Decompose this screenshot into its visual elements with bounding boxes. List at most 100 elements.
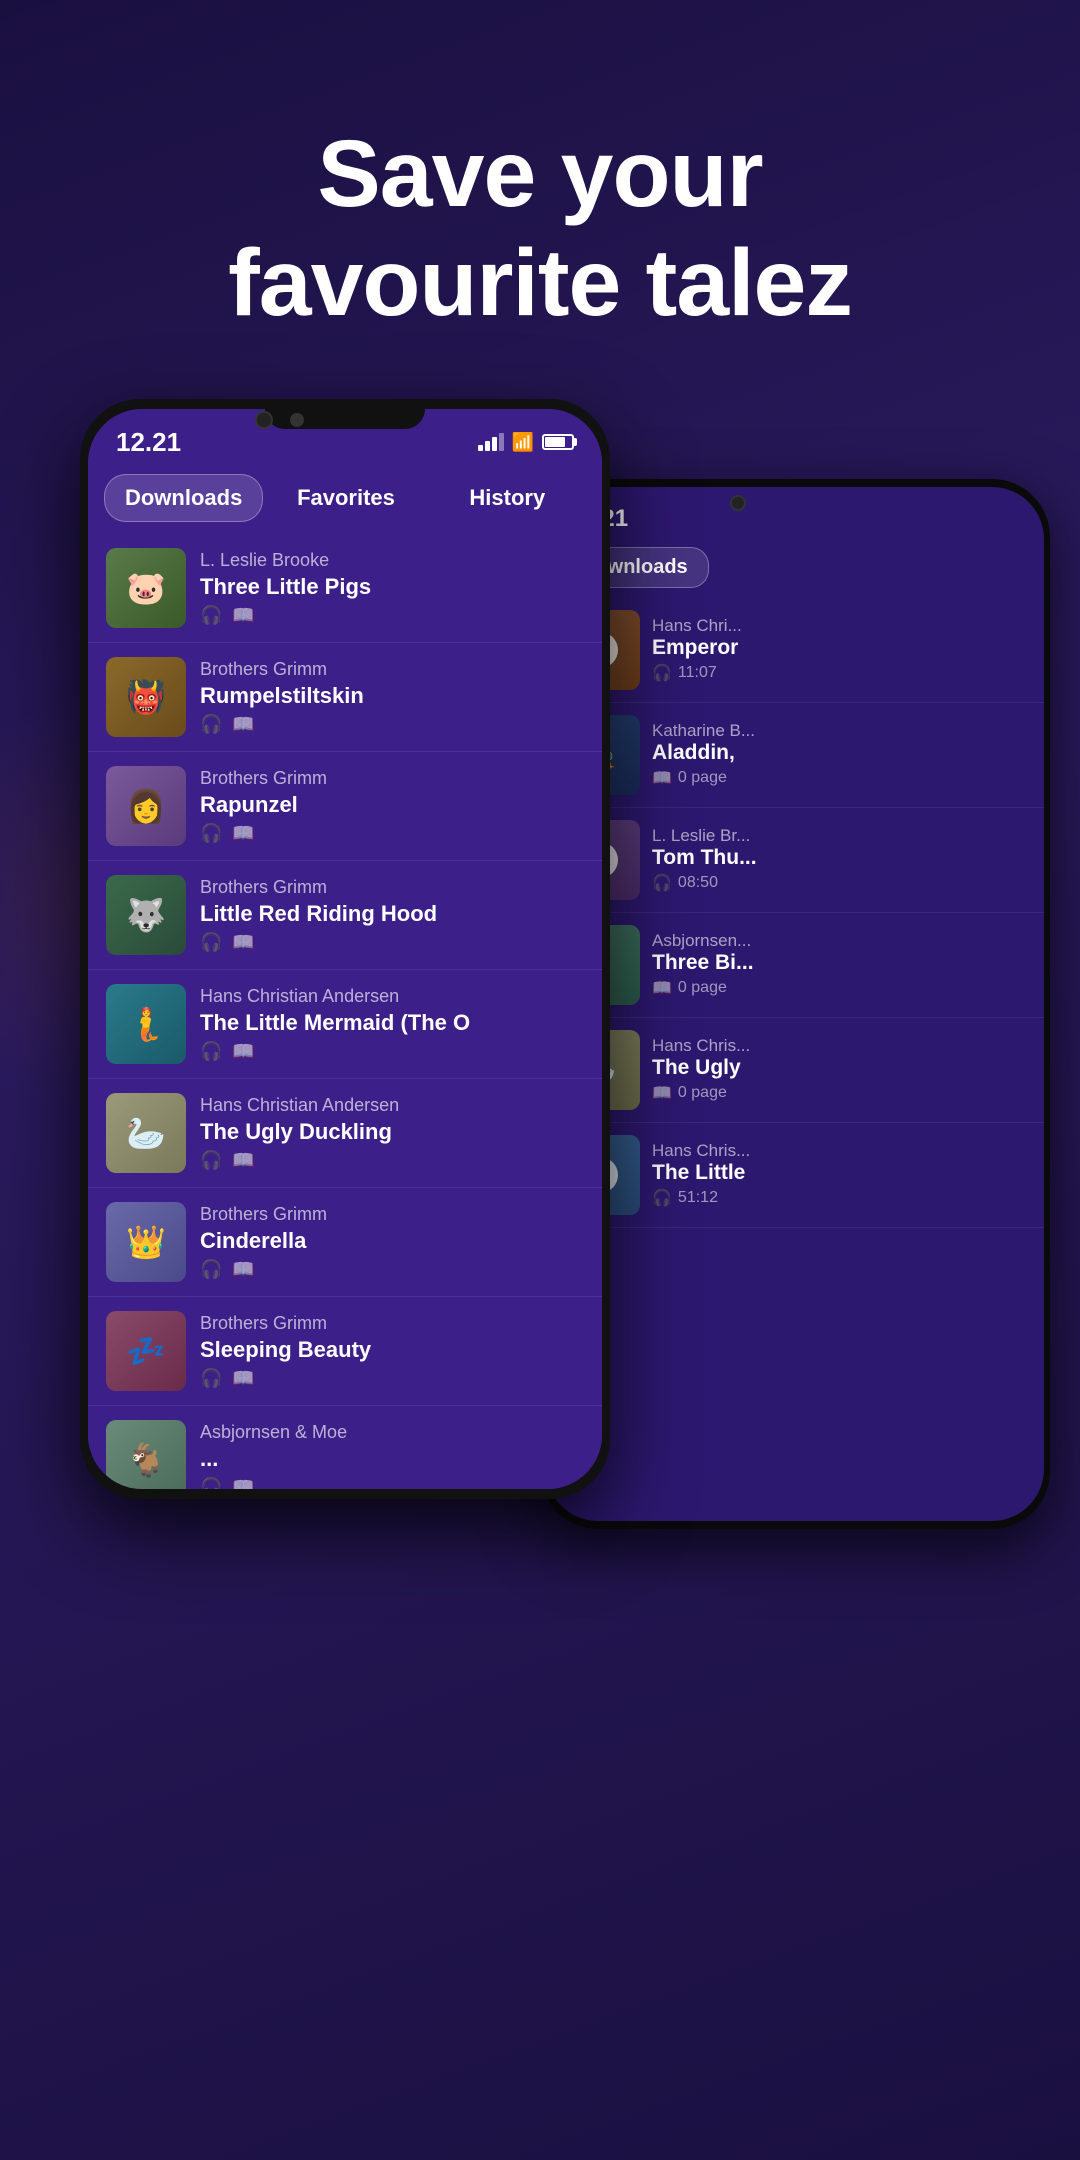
story-thumbnail: 💤 [106, 1311, 186, 1391]
list-item[interactable]: 🐺 Brothers Grimm Little Red Riding Hood … [88, 861, 602, 970]
list-item[interactable]: 👑 Brothers Grimm Cinderella 🎧 📖 [88, 1188, 602, 1297]
meta-icon: 🎧 [652, 873, 672, 893]
meta-value: 0 page [678, 1084, 727, 1102]
story-author: Katharine B... [652, 721, 1030, 741]
story-thumbnail: 🐐 [106, 1420, 186, 1489]
story-title: ... [200, 1446, 584, 1472]
book-icon: 📖 [232, 1477, 254, 1489]
phone2-story-list: Hans Chri... Emperor 🎧 11:07 🧞 Katharine… [546, 598, 1044, 1228]
tab-history[interactable]: History [429, 474, 586, 522]
story-author: L. Leslie Br... [652, 826, 1030, 846]
story-title: Three Little Pigs [200, 574, 584, 600]
battery-icon [542, 434, 574, 450]
meta-icon: 📖 [652, 1083, 672, 1103]
headphone-icon: 🎧 [200, 823, 222, 844]
story-author: Asbjornsen & Moe [200, 1422, 584, 1443]
story-info: Brothers Grimm Rumpelstiltskin 🎧 📖 [200, 659, 584, 735]
story-title: The Little Mermaid (The O [200, 1010, 584, 1036]
meta-value: 08:50 [678, 874, 718, 892]
story-media-icons: 🎧 📖 [200, 1368, 584, 1389]
story-info: Brothers Grimm Rapunzel 🎧 📖 [200, 768, 584, 844]
phone1-status-icons: 📶 [478, 432, 574, 453]
story-info: L. Leslie Brooke Three Little Pigs 🎧 📖 [200, 550, 584, 626]
list-item[interactable]: 🦢 Hans Chris... The Ugly 📖 0 page [546, 1018, 1044, 1123]
story-thumbnail: 👑 [106, 1202, 186, 1282]
story-title: Little Red Riding Hood [200, 901, 584, 927]
list-item[interactable]: 💤 Brothers Grimm Sleeping Beauty 🎧 📖 [88, 1297, 602, 1406]
phone2-screen: 12.21 Downloads Hans Chri... Emperor 🎧 1… [546, 487, 1044, 1521]
story-author: L. Leslie Brooke [200, 550, 584, 571]
signal-icon [478, 433, 504, 451]
story-info: Katharine B... Aladdin, 📖 0 page [652, 721, 1030, 788]
book-icon: 📖 [232, 932, 254, 953]
meta-value: 51:12 [678, 1189, 718, 1207]
story-meta: 📖 0 page [652, 978, 1030, 998]
meta-value: 0 page [678, 979, 727, 997]
story-thumbnail: 🐺 [106, 875, 186, 955]
list-item[interactable]: 🧜 Hans Christian Andersen The Little Mer… [88, 970, 602, 1079]
story-info: Hans Christian Andersen The Ugly Ducklin… [200, 1095, 584, 1171]
meta-icon: 📖 [652, 768, 672, 788]
story-info: Brothers Grimm Cinderella 🎧 📖 [200, 1204, 584, 1280]
story-author: Brothers Grimm [200, 877, 584, 898]
list-item[interactable]: 🧞 Katharine B... Aladdin, 📖 0 page [546, 703, 1044, 808]
phone2-camera [730, 495, 746, 511]
story-info: Brothers Grimm Sleeping Beauty 🎧 📖 [200, 1313, 584, 1389]
tab-downloads[interactable]: Downloads [104, 474, 263, 522]
story-title: The Ugly Duckling [200, 1119, 584, 1145]
list-item[interactable]: 🐷 L. Leslie Brooke Three Little Pigs 🎧 📖 [88, 534, 602, 643]
meta-value: 11:07 [678, 664, 717, 682]
story-info: L. Leslie Br... Tom Thu... 🎧 08:50 [652, 826, 1030, 893]
meta-icon: 📖 [652, 978, 672, 998]
story-info: Brothers Grimm Little Red Riding Hood 🎧 … [200, 877, 584, 953]
story-thumbnail: 🧜 [106, 984, 186, 1064]
story-media-icons: 🎧 📖 [200, 1477, 584, 1489]
story-media-icons: 🎧 📖 [200, 1041, 584, 1062]
headphone-icon: 🎧 [200, 714, 222, 735]
phone1-tabs-bar: DownloadsFavoritesHistory [88, 466, 602, 534]
list-item[interactable]: Hans Chris... The Little 🎧 51:12 [546, 1123, 1044, 1228]
phone1-camera-right [290, 413, 304, 427]
book-icon: 📖 [232, 605, 254, 626]
story-info: Hans Christian Andersen The Little Merma… [200, 986, 584, 1062]
story-thumbnail: 👹 [106, 657, 186, 737]
phone2-status-bar: 12.21 [546, 487, 1044, 541]
tab-favorites[interactable]: Favorites [267, 474, 424, 522]
phone1-camera-left [255, 411, 273, 429]
list-item[interactable]: 🐐 Asbjornsen & Moe ... 🎧 📖 [88, 1406, 602, 1489]
book-icon: 📖 [232, 1259, 254, 1280]
list-item[interactable]: 🦢 Hans Christian Andersen The Ugly Duckl… [88, 1079, 602, 1188]
phone1-screen: 12.21 📶 DownloadsFavoritesHistory [88, 409, 602, 1489]
story-author: Hans Chri... [652, 616, 1030, 636]
story-info: Asbjornsen & Moe ... 🎧 📖 [200, 1422, 584, 1489]
story-author: Hans Chris... [652, 1036, 1030, 1056]
story-thumbnail: 🐷 [106, 548, 186, 628]
story-title: Three Bi... [652, 951, 1030, 975]
headphone-icon: 🎧 [200, 1150, 222, 1171]
book-icon: 📖 [232, 1368, 254, 1389]
story-media-icons: 🎧 📖 [200, 1259, 584, 1280]
headphone-icon: 🎧 [200, 605, 222, 626]
headphone-icon: 🎧 [200, 1259, 222, 1280]
list-item[interactable]: 👩 Brothers Grimm Rapunzel 🎧 📖 [88, 752, 602, 861]
story-title: Emperor [652, 636, 1030, 660]
story-thumbnail: 👩 [106, 766, 186, 846]
list-item[interactable]: 🐐 Asbjornsen... Three Bi... 📖 0 page [546, 913, 1044, 1018]
list-item[interactable]: L. Leslie Br... Tom Thu... 🎧 08:50 [546, 808, 1044, 913]
story-media-icons: 🎧 📖 [200, 714, 584, 735]
story-author: Asbjornsen... [652, 931, 1030, 951]
story-title: Rumpelstiltskin [200, 683, 584, 709]
list-item[interactable]: Hans Chri... Emperor 🎧 11:07 [546, 598, 1044, 703]
hero-title: Save your favourite talez [0, 120, 1080, 339]
story-info: Hans Chris... The Ugly 📖 0 page [652, 1036, 1030, 1103]
story-meta: 🎧 51:12 [652, 1188, 1030, 1208]
story-author: Hans Christian Andersen [200, 1095, 584, 1116]
story-title: Cinderella [200, 1228, 584, 1254]
list-item[interactable]: 👹 Brothers Grimm Rumpelstiltskin 🎧 📖 [88, 643, 602, 752]
story-media-icons: 🎧 📖 [200, 932, 584, 953]
story-title: Tom Thu... [652, 846, 1030, 870]
story-author: Brothers Grimm [200, 1204, 584, 1225]
meta-icon: 🎧 [652, 1188, 672, 1208]
book-icon: 📖 [232, 714, 254, 735]
headphone-icon: 🎧 [200, 1368, 222, 1389]
